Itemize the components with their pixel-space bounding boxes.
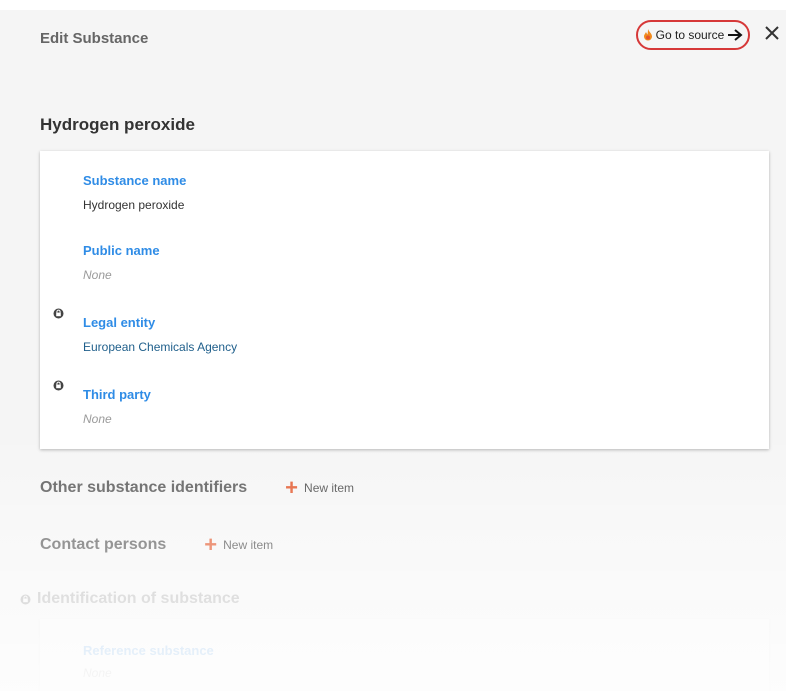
section-title: Contact persons bbox=[40, 536, 167, 553]
field-label: Legal entity bbox=[83, 315, 156, 330]
field-label: Third party bbox=[83, 387, 151, 402]
plus-icon: + bbox=[204, 532, 218, 557]
section-title: Other substance identifiers bbox=[40, 479, 248, 496]
section-title: Identification of substance bbox=[37, 590, 240, 607]
field-value: None bbox=[83, 268, 112, 282]
field-value: Hydrogen peroxide bbox=[83, 198, 185, 212]
legal-entity-link[interactable]: European Chemicals Agency bbox=[83, 340, 237, 354]
field-value: None bbox=[83, 412, 112, 426]
identification-section[interactable]: Identification of substance bbox=[20, 590, 240, 608]
new-item-label: New item bbox=[223, 538, 274, 552]
lock-icon bbox=[53, 308, 64, 319]
close-icon[interactable] bbox=[763, 24, 781, 42]
field-label: Public name bbox=[83, 243, 160, 258]
add-identifier-button[interactable]: + New item bbox=[285, 477, 354, 499]
lock-icon bbox=[20, 594, 31, 604]
legal-entity-field[interactable]: Legal entity European Chemicals Agency bbox=[83, 315, 237, 354]
add-contact-button[interactable]: + New item bbox=[204, 534, 273, 556]
go-to-source-label: Go to source bbox=[655, 28, 725, 42]
flame-icon bbox=[643, 29, 652, 41]
reference-substance-field[interactable]: Reference substance None bbox=[83, 643, 214, 680]
other-identifiers-section: Other substance identifiers + New item bbox=[40, 477, 354, 499]
field-label: Substance name bbox=[83, 173, 187, 188]
panel-title: Edit Substance bbox=[40, 30, 149, 47]
public-name-field[interactable]: Public name None bbox=[83, 243, 160, 282]
plus-icon: + bbox=[285, 475, 299, 500]
field-label: Reference substance bbox=[83, 643, 214, 658]
substance-name-field[interactable]: Substance name Hydrogen peroxide bbox=[83, 173, 186, 212]
edit-substance-panel: Edit Substance Go to source Hydrogen per… bbox=[0, 0, 786, 691]
substance-title: Hydrogen peroxide bbox=[40, 115, 195, 134]
arrow-right-icon bbox=[728, 29, 743, 41]
new-item-label: New item bbox=[304, 481, 355, 495]
go-to-source-button[interactable]: Go to source bbox=[636, 20, 750, 50]
lock-icon bbox=[53, 380, 64, 391]
identification-card: Reference substance None bbox=[40, 619, 769, 691]
substance-card: Substance name Hydrogen peroxide Public … bbox=[40, 151, 769, 449]
field-value: None bbox=[83, 666, 112, 680]
third-party-field[interactable]: Third party None bbox=[83, 387, 151, 426]
contact-persons-section: Contact persons + New item bbox=[40, 534, 273, 556]
